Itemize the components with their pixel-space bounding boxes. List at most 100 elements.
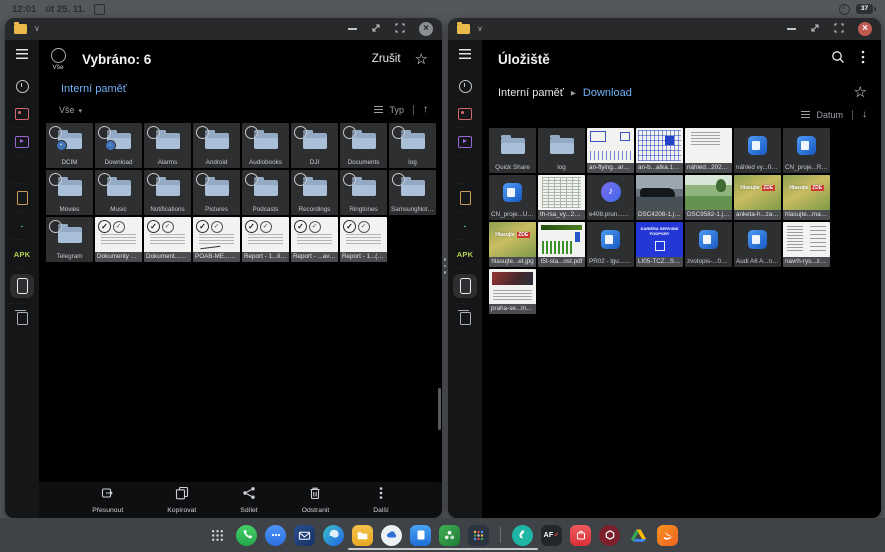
- restore-button[interactable]: [810, 20, 820, 38]
- sort-list-icon[interactable]: [801, 111, 810, 118]
- chevron-down-icon[interactable]: ∨: [34, 24, 40, 34]
- file-tile[interactable]: ✓✓Dokumenty s.r.o.PDF: [95, 217, 142, 262]
- selection-checkbox[interactable]: [147, 173, 160, 186]
- sidebar-item-documents[interactable]: [453, 190, 477, 206]
- sort-list-icon[interactable]: [374, 106, 383, 113]
- folder-tile[interactable]: Ringtones: [340, 170, 387, 215]
- sidebar-item-apk[interactable]: APK: [453, 246, 477, 262]
- selection-checkbox[interactable]: ✓: [147, 220, 160, 233]
- fullscreen-button[interactable]: [395, 20, 405, 38]
- taskbar-swift-app-icon[interactable]: [657, 525, 678, 546]
- selection-checkbox[interactable]: [49, 220, 62, 233]
- close-button[interactable]: ×: [419, 22, 433, 36]
- folder-tile[interactable]: Quick Share: [489, 128, 536, 173]
- taskbar-gallery-icon[interactable]: [439, 525, 460, 546]
- sort-direction-icon[interactable]: ↓: [862, 109, 867, 120]
- selection-checkbox[interactable]: [245, 173, 258, 186]
- window-titlebar[interactable]: ∨ ×: [448, 18, 881, 40]
- menu-icon[interactable]: [16, 49, 28, 59]
- menu-icon[interactable]: [459, 49, 471, 59]
- file-tile[interactable]: ✓✓Report - ...av(1).PDF: [291, 217, 338, 262]
- file-tile[interactable]: PR02 - lgu...ora.docx: [587, 222, 634, 267]
- taskbar-phone-icon[interactable]: [236, 525, 257, 546]
- selection-checkbox[interactable]: [294, 126, 307, 139]
- sidebar-item-audio[interactable]: [453, 162, 477, 178]
- file-tile[interactable]: DSC9582-1.jpg: [685, 175, 732, 220]
- taskbar-app-drawer-icon[interactable]: [468, 525, 489, 546]
- taskbar-my-files-icon[interactable]: [352, 525, 373, 546]
- sort-field[interactable]: Typ: [389, 105, 404, 115]
- file-tile[interactable]: th-rsa_vy...2024.pdf: [538, 175, 585, 220]
- sort-field[interactable]: Datum: [816, 110, 843, 120]
- scrollbar-thumb[interactable]: [438, 388, 441, 430]
- folder-tile[interactable]: Telegram: [46, 217, 93, 262]
- file-tile[interactable]: náhled...2024.pdf: [685, 128, 732, 173]
- folder-tile[interactable]: Music: [95, 170, 142, 215]
- selection-checkbox[interactable]: [392, 173, 405, 186]
- folder-tile[interactable]: Notifications: [144, 170, 191, 215]
- taskbar-onedrive-icon[interactable]: [381, 525, 402, 546]
- file-tile[interactable]: CN_proje...UDE.doc: [489, 175, 536, 220]
- selection-checkbox[interactable]: [294, 173, 307, 186]
- selection-checkbox[interactable]: [98, 126, 111, 139]
- taskbar-app-grid-icon[interactable]: [207, 525, 228, 546]
- taskbar-drive-icon[interactable]: [628, 525, 649, 546]
- kebab-menu-icon[interactable]: [861, 50, 865, 69]
- selection-checkbox[interactable]: ✓: [196, 220, 209, 233]
- sort-direction-icon[interactable]: ↑: [423, 104, 428, 115]
- file-tile[interactable]: an-flying...arvy.pdf: [587, 128, 634, 173]
- sidebar-item-downloads[interactable]: [453, 218, 477, 234]
- selection-checkbox[interactable]: [196, 173, 209, 186]
- selection-checkbox[interactable]: [392, 126, 405, 139]
- sidebar-item-documents[interactable]: [10, 190, 34, 206]
- home-indicator[interactable]: [348, 548, 538, 550]
- file-tile[interactable]: navrh-rys...ze5.pdf: [783, 222, 830, 267]
- file-tile[interactable]: ✓✓POAB-ME...FAL.PDF: [193, 217, 240, 262]
- file-tile[interactable]: DSC4208-1.jpg: [636, 175, 683, 220]
- selection-checkbox[interactable]: [245, 126, 258, 139]
- delete-button[interactable]: Odstranit: [302, 486, 330, 514]
- folder-tile[interactable]: Audiobooks: [242, 123, 289, 168]
- selection-checkbox[interactable]: ✓: [98, 220, 111, 233]
- folder-tile[interactable]: SamsungNotes: [389, 170, 436, 215]
- select-all-control[interactable]: Vše: [47, 48, 69, 71]
- filter-dropdown[interactable]: Vše▾: [59, 105, 82, 115]
- restore-button[interactable]: [371, 20, 381, 38]
- file-tile[interactable]: ✓✓Dokument...ařů.PDF: [144, 217, 191, 262]
- close-button[interactable]: ×: [858, 22, 872, 36]
- folder-tile[interactable]: ▪DCIM: [46, 123, 93, 168]
- folder-tile[interactable]: Alarms: [144, 123, 191, 168]
- taskbar-af-app-icon[interactable]: AF✓: [541, 525, 562, 546]
- taskbar-banking-icon[interactable]: [512, 525, 533, 546]
- folder-tile[interactable]: Movies: [46, 170, 93, 215]
- file-tile[interactable]: náhled vy...024.docx: [734, 128, 781, 173]
- taskbar-notes-icon[interactable]: [410, 525, 431, 546]
- folder-tile[interactable]: Android: [193, 123, 240, 168]
- favorite-icon[interactable]: ☆: [415, 52, 428, 67]
- file-tile[interactable]: t5t-sta...ost.pdf: [538, 222, 585, 267]
- sidebar-item-images[interactable]: [10, 106, 34, 122]
- sidebar-item-apk[interactable]: APK: [10, 246, 34, 262]
- file-tile[interactable]: Audi A6 A...náj.docx: [734, 222, 781, 267]
- window-titlebar[interactable]: ∨ ×: [5, 18, 442, 40]
- taskbar-edge-browser-icon[interactable]: [323, 525, 344, 546]
- sidebar-item-videos[interactable]: [10, 134, 34, 150]
- file-tile[interactable]: ✓✓Report - 1...(43).PDF: [340, 217, 387, 262]
- selection-checkbox[interactable]: [147, 126, 160, 139]
- sidebar-item-trash[interactable]: [10, 310, 34, 326]
- folder-tile[interactable]: log: [538, 128, 585, 173]
- file-tile[interactable]: ♪e408.prun...dlo.mp3: [587, 175, 634, 220]
- selection-checkbox[interactable]: ✓: [343, 220, 356, 233]
- folder-tile[interactable]: Recordings: [291, 170, 338, 215]
- breadcrumb-root[interactable]: Interní paměť: [498, 87, 564, 99]
- folder-tile[interactable]: Pictures: [193, 170, 240, 215]
- selection-checkbox[interactable]: [343, 173, 356, 186]
- sidebar-item-recent[interactable]: [453, 78, 477, 94]
- sidebar-item-recent[interactable]: [10, 78, 34, 94]
- location-link[interactable]: Interní paměť: [39, 78, 442, 95]
- folder-tile[interactable]: log: [389, 123, 436, 168]
- minimize-button[interactable]: [348, 28, 357, 30]
- file-tile[interactable]: ✓✓Report - 1...líbe.PDF: [242, 217, 289, 262]
- file-tile[interactable]: HlasujteZDEhlasujte...may.jpg: [783, 175, 830, 220]
- selection-checkbox[interactable]: [343, 126, 356, 139]
